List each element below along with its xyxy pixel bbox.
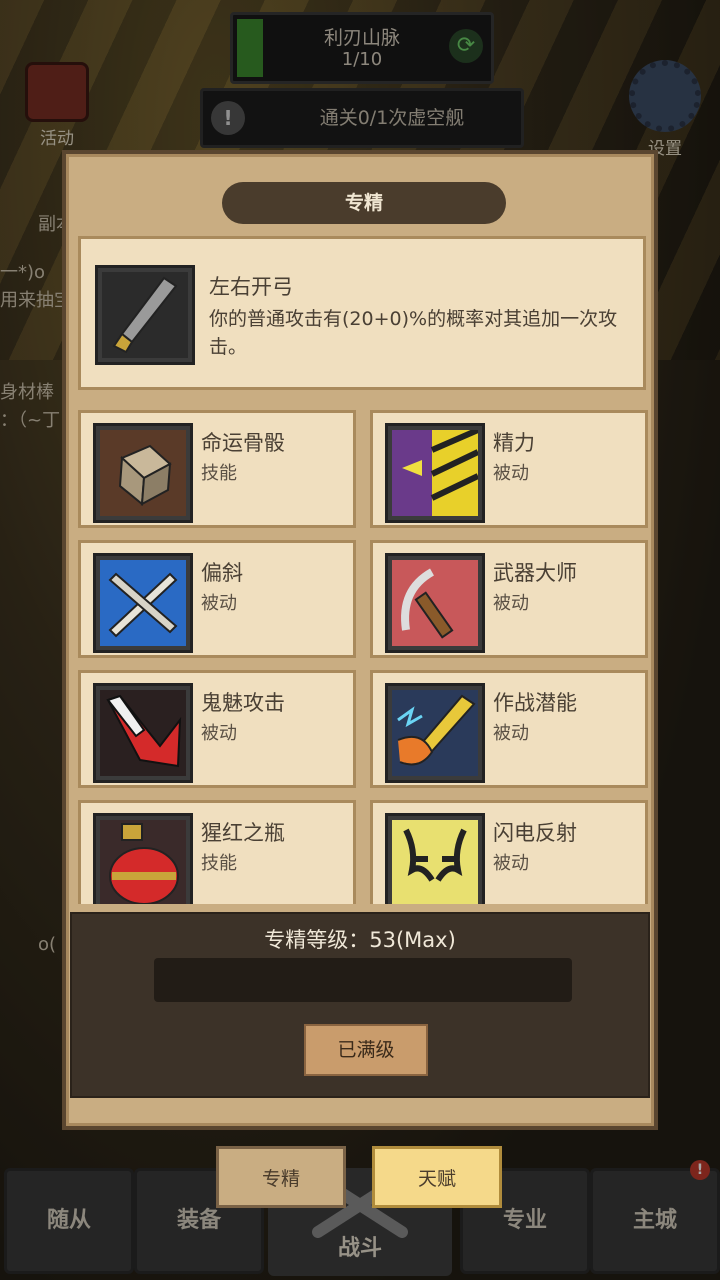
tab-specialization[interactable]: 专精 (216, 1146, 346, 1208)
skill-card[interactable]: 闪电反射 被动 (370, 800, 648, 904)
skill-name: 猩红之瓶 (201, 821, 285, 845)
specialization-level: 专精等级：53(Max) (264, 928, 456, 952)
skill-card[interactable]: 鬼魅攻击 被动 (78, 670, 356, 788)
skill-name: 鬼魅攻击 (201, 691, 285, 715)
skill-name: 作战潜能 (493, 691, 577, 715)
skill-card[interactable]: 偏斜 被动 (78, 540, 356, 658)
skill-name: 偏斜 (201, 561, 243, 585)
featured-skill-description: 你的普通攻击有(20+0)%的概率对其追加一次攻击。 (209, 308, 618, 358)
vigor-icon (385, 423, 485, 523)
level-progress-bar (154, 958, 572, 1002)
crimson-flask-icon (93, 813, 193, 904)
specialization-modal: 专精 左右开弓 你的普通攻击有(20+0)%的概率对其追加一次攻击。 命运骨骰 … (62, 150, 658, 1130)
featured-skill-name: 左右开弓 (209, 275, 293, 299)
deflect-icon (93, 553, 193, 653)
skill-type: 被动 (493, 463, 529, 484)
featured-skill-card[interactable]: 左右开弓 你的普通攻击有(20+0)%的概率对其追加一次攻击。 (78, 236, 646, 390)
level-panel: 专精等级：53(Max) 已满级 (70, 912, 650, 1098)
skill-name: 命运骨骰 (201, 431, 285, 455)
weapon-master-icon (385, 553, 485, 653)
skill-type: 被动 (493, 723, 529, 744)
twin-blade-icon (95, 265, 195, 365)
skill-card[interactable]: 作战潜能 被动 (370, 670, 648, 788)
skill-name: 武器大师 (493, 561, 577, 585)
skill-grid: 命运骨骰 技能 精力 被动 偏斜 被动 武器大师 被动 鬼魅攻击 被动 作战潜能… (78, 410, 650, 904)
skill-name: 闪电反射 (493, 821, 577, 845)
skill-card[interactable]: 武器大师 被动 (370, 540, 648, 658)
skill-card[interactable]: 猩红之瓶 技能 (78, 800, 356, 904)
skill-type: 技能 (201, 853, 237, 874)
modal-title: 专精 (222, 182, 506, 224)
fate-dice-icon (93, 423, 193, 523)
skill-type: 被动 (201, 593, 237, 614)
maxed-button[interactable]: 已满级 (304, 1024, 428, 1076)
skill-type: 被动 (493, 853, 529, 874)
combat-potential-icon (385, 683, 485, 783)
phantom-strike-icon (93, 683, 193, 783)
skill-type: 被动 (201, 723, 237, 744)
lightning-reflex-icon (385, 813, 485, 904)
skill-type: 技能 (201, 463, 237, 484)
skill-name: 精力 (493, 431, 535, 455)
tab-talent[interactable]: 天赋 (372, 1146, 502, 1208)
skill-type: 被动 (493, 593, 529, 614)
skill-card[interactable]: 精力 被动 (370, 410, 648, 528)
skill-card[interactable]: 命运骨骰 技能 (78, 410, 356, 528)
